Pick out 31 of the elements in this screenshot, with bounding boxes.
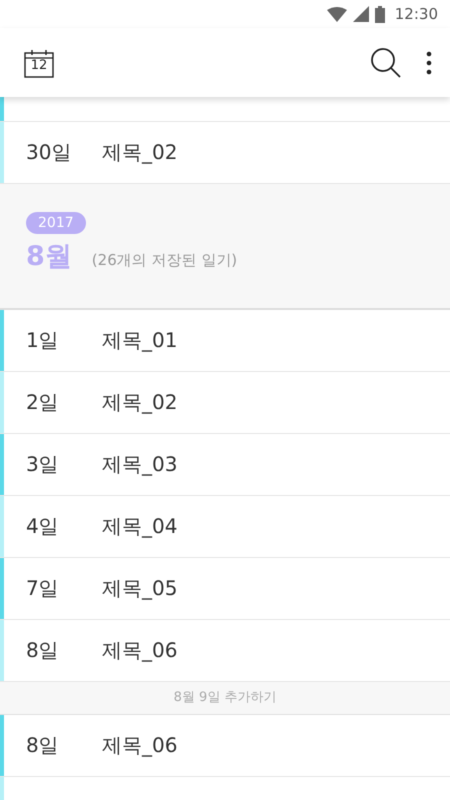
entry-day: 4일 [0,513,102,540]
entry-title: 제목_06 [102,637,178,664]
entry-title: 제목_06 [102,732,178,759]
battery-icon [374,6,385,22]
entry-day: 8일 [0,637,102,664]
more-icon[interactable] [426,50,432,74]
entry-title: 제목_05 [102,575,178,602]
entry-count: (26개의 저장된 일기) [92,251,238,270]
entry-day: 1일 [0,327,102,354]
entry-title: 제목_03 [102,451,178,478]
entry-row[interactable]: 2일 제목_02 [0,372,450,434]
entry-title: 제목_02 [102,139,178,166]
status-time: 12:30 [394,5,438,23]
year-badge: 2017 [26,212,86,234]
entry-row[interactable]: 4일 제목_04 [0,496,450,558]
wifi-icon [326,6,347,22]
entry-title: 제목_02 [102,389,178,416]
entry-day: 3일 [0,451,102,478]
entry-title: 제목_04 [102,513,178,540]
entry-row[interactable]: 1일 제목_01 [0,310,450,372]
entry-row[interactable]: 8일 제목_06 [0,715,450,777]
entry-day: 7일 [0,575,102,602]
search-icon[interactable] [370,46,402,78]
entry-day: 2일 [0,389,102,416]
entry-row[interactable]: 3일 제목_03 [0,434,450,496]
signal-icon [352,6,369,22]
entry-title: 제목_01 [102,327,178,354]
entry-day: 30일 [0,139,102,166]
entry-day: 8일 [0,732,102,759]
month-title: 8월 [26,240,72,274]
entry-row[interactable]: 7일 제목_05 [0,558,450,620]
